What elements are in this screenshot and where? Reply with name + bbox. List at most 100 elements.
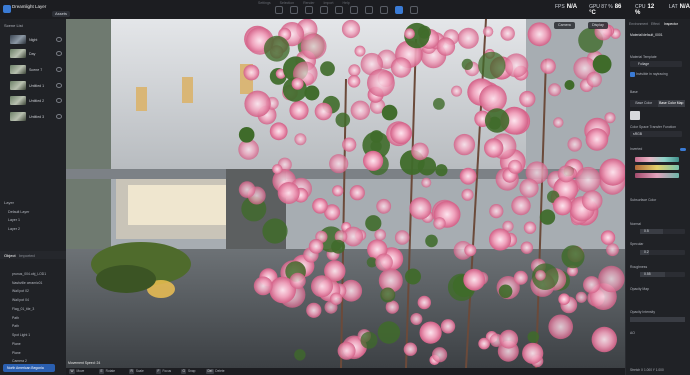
blossom [329, 154, 349, 174]
tab-effect[interactable]: Effect [651, 22, 660, 26]
blossom [464, 244, 477, 257]
scene-item[interactable]: Day [10, 49, 62, 58]
layer-item[interactable]: Default Layer [8, 210, 29, 214]
menu-item[interactable]: Import [324, 1, 334, 5]
eye-icon[interactable] [56, 67, 62, 72]
eye-icon[interactable] [56, 37, 62, 42]
blossom [363, 150, 384, 171]
blossom [311, 275, 333, 298]
blossom [332, 185, 344, 197]
list-item[interactable]: Nashville ceramic01 [12, 281, 42, 285]
menu-item[interactable]: Settings [258, 1, 271, 5]
camera-icon[interactable] [365, 6, 373, 14]
scene-item[interactable]: Scene 7 [10, 65, 62, 74]
menu-item[interactable]: Help [342, 1, 349, 5]
select-tool-icon[interactable] [275, 6, 283, 14]
snap-icon[interactable] [335, 6, 343, 14]
blossom [337, 341, 356, 360]
terrain-icon[interactable] [380, 6, 388, 14]
blossom [484, 108, 510, 133]
layer-title: Layer [4, 200, 15, 205]
render-icon[interactable] [395, 6, 403, 14]
blossom [243, 64, 260, 81]
blossom [519, 178, 539, 198]
asset-button[interactable]: North American Begonia [3, 364, 55, 372]
blossom [376, 198, 392, 214]
blossom [404, 28, 415, 39]
raytracing-checkbox[interactable] [630, 72, 635, 77]
assets-tab[interactable]: Assets [52, 11, 71, 17]
viewport[interactable]: Camera Display Movement Speed: 24 [66, 19, 625, 368]
blossom [557, 165, 575, 183]
list-item[interactable]: Flag_01_tile_3 [12, 307, 34, 311]
blossom [330, 292, 343, 305]
texture-thumbnail[interactable] [630, 111, 640, 120]
scene-item[interactable]: Untitled 1 [10, 81, 62, 90]
tab-inspector[interactable]: Inspector [664, 22, 678, 26]
blossom [600, 230, 616, 245]
blossom [457, 27, 479, 49]
layer-item[interactable]: Layer 1 [8, 218, 20, 222]
color-ramp[interactable] [635, 165, 679, 170]
base-color-tab[interactable]: Base Color [630, 100, 658, 107]
light-icon[interactable] [350, 6, 358, 14]
blossom [540, 58, 556, 74]
color-ramp[interactable] [635, 173, 679, 178]
list-item[interactable]: Plane [12, 342, 21, 346]
display-button[interactable]: Display [588, 22, 608, 29]
eye-icon[interactable] [56, 98, 62, 103]
list-item[interactable]: Spot Light 1 [12, 333, 30, 337]
blossom [375, 253, 393, 272]
colorspace-label: Color Space Transfer Function [630, 125, 676, 129]
menu-item[interactable]: Selection [280, 1, 294, 5]
list-item[interactable]: Wall pot 04 [12, 298, 29, 302]
list-item[interactable]: prunus_004.obj_LOD1 [12, 272, 46, 276]
blossom [567, 137, 582, 152]
blossom [417, 25, 431, 39]
tab-imported[interactable]: Imported [19, 253, 35, 258]
blossom [262, 218, 288, 244]
scene-item[interactable]: Untitled 2 [10, 96, 62, 105]
blossom [564, 80, 575, 90]
export-icon[interactable] [410, 6, 418, 14]
blossom [409, 197, 432, 220]
eye-icon[interactable] [56, 83, 62, 88]
gpu-stat: GPU 87 % 86 °C [589, 4, 622, 16]
tab-environment[interactable]: Environment [629, 22, 648, 26]
blossom [523, 221, 537, 234]
blossom [390, 122, 412, 145]
blossom [381, 104, 398, 121]
blossom [320, 61, 335, 77]
list-item[interactable]: Path [12, 324, 19, 328]
blossom [461, 58, 473, 70]
colorspace-select[interactable]: sRGB [630, 131, 682, 137]
specular-value: 0.2 [644, 250, 649, 254]
color-ramp[interactable] [635, 157, 679, 162]
inverted-toggle[interactable] [680, 148, 686, 151]
list-item[interactable]: Path [12, 316, 19, 320]
blossom [419, 321, 442, 344]
template-select[interactable]: Foliage [630, 61, 682, 67]
eye-icon[interactable] [56, 114, 62, 119]
layer-item[interactable]: Layer 2 [8, 227, 20, 231]
eye-icon[interactable] [56, 51, 62, 56]
scene-item[interactable]: Night [10, 35, 62, 44]
list-item[interactable]: Wall pot 02 [12, 289, 29, 293]
material-name: Material/default_0001 [630, 33, 663, 37]
tab-object[interactable]: Object [4, 253, 16, 258]
list-item[interactable]: Plane [12, 351, 21, 355]
move-tool-icon[interactable] [290, 6, 298, 14]
camera-button[interactable]: Camera [554, 22, 575, 29]
menu-item[interactable]: Render [303, 1, 314, 5]
blossom [421, 177, 432, 188]
scale-tool-icon[interactable] [320, 6, 328, 14]
blossom [527, 22, 552, 47]
base-color-map-tab[interactable]: Base Color Map [657, 100, 685, 107]
movement-speed: Movement Speed: 24 [68, 361, 101, 365]
list-item[interactable]: Camera 2 [12, 359, 27, 363]
scene-item[interactable]: Untitled 3 [10, 112, 62, 121]
scene-list-title: Scene List [4, 23, 23, 28]
rotate-tool-icon[interactable] [305, 6, 313, 14]
opacity-slider[interactable] [630, 317, 685, 322]
blossom [354, 45, 366, 57]
